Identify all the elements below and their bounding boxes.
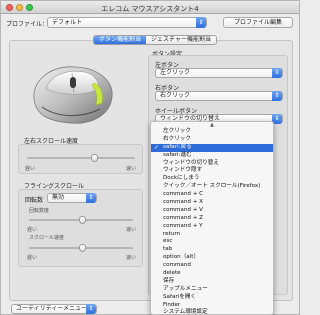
- mouse-illustration: [33, 66, 113, 124]
- menu-item-label: システム環境設定: [163, 309, 208, 315]
- chevron-updown-icon: ⇕: [86, 193, 96, 203]
- menu-item-label: esc: [163, 238, 173, 245]
- menu-item-label: tab: [163, 246, 173, 253]
- menu-item[interactable]: アップルメニュー: [151, 286, 273, 294]
- menu-item-label: safari:戻る: [163, 143, 192, 150]
- menu-item-label: option（alt）: [163, 254, 200, 261]
- menu-item[interactable]: 右クリック: [151, 136, 273, 144]
- utility-menu-select[interactable]: ユーティリティーメニュー ⇕: [11, 304, 97, 314]
- profile-select-value: デフォルト: [52, 19, 83, 26]
- rotation-select-value: 無効: [52, 194, 65, 201]
- window-title: エレコム マウスアシスタント4: [101, 5, 199, 13]
- flying-scroll-group: 回転数 無効 ⇕ 回転数度 遅い 速い スクロール速度 遅い 速い: [18, 189, 143, 267]
- right-button-select[interactable]: 右クリック ⇕: [155, 91, 283, 101]
- menu-item-label: ウィンドウの切り替え: [163, 159, 219, 166]
- menu-item-label: 左クリック: [163, 128, 191, 134]
- title-bar: エレコム マウスアシスタント4: [1, 1, 299, 14]
- menu-item-label: return: [163, 230, 181, 237]
- menu-item[interactable]: システム環境設定: [151, 309, 273, 315]
- menu-item-label: 右クリック: [163, 135, 191, 142]
- lr-scroll-slider-track[interactable]: [27, 157, 135, 159]
- chevron-updown-icon: ⇕: [272, 91, 282, 101]
- lr-fast-label: 速い: [125, 166, 136, 172]
- menu-item[interactable]: command: [151, 262, 273, 270]
- menu-item[interactable]: safari:進む: [151, 152, 273, 160]
- tab-button-assign[interactable]: ボタン機能割当: [94, 36, 147, 44]
- menu-item[interactable]: ✓ safari:戻る: [151, 143, 273, 152]
- rotation-count-label: 回転数度: [29, 208, 50, 214]
- right-button-select-value: 右クリック: [160, 92, 191, 99]
- menu-item-label: Finder: [163, 301, 181, 308]
- left-button-select-value: 左クリック: [160, 69, 191, 76]
- menu-item-label: Dockにしまう: [163, 175, 200, 182]
- rot-fast-label: 速い: [125, 227, 136, 233]
- tab-gesture-assign[interactable]: ジェスチャー機能割当: [146, 36, 216, 44]
- menu-item-label: アップルメニュー: [163, 285, 208, 292]
- menu-item-label: safari:進む: [163, 151, 192, 158]
- menu-item-label: Safariを開く: [163, 293, 197, 300]
- menu-item[interactable]: option（alt）: [151, 254, 273, 262]
- menu-item[interactable]: command + X: [151, 199, 273, 207]
- menu-item[interactable]: Safariを開く: [151, 294, 273, 302]
- menu-item[interactable]: command + C: [151, 191, 273, 199]
- sc-fast-label: 速い: [125, 255, 136, 261]
- rotation-label: 回転数: [25, 197, 44, 204]
- profile-select[interactable]: デフォルト ⇕: [47, 17, 207, 28]
- menu-item-label: command + V: [163, 206, 203, 213]
- utility-menu-label: ユーティリティーメニュー: [16, 305, 88, 312]
- menu-item[interactable]: command + V: [151, 207, 273, 215]
- scroll-speed-label: スクロール速度: [29, 235, 65, 241]
- menu-item[interactable]: command + Z: [151, 215, 273, 223]
- checkmark-icon: ✓: [154, 143, 160, 151]
- wheel-button-dropdown-menu: ▲ 左クリック 右クリック ✓ safari:戻る safari:進む ウィンドウの切り替…: [150, 121, 274, 315]
- menu-item[interactable]: 保存: [151, 278, 273, 286]
- menu-item-label: command + Y: [163, 222, 203, 229]
- sc-slow-label: 遅い: [27, 255, 38, 261]
- chevron-updown-icon: ⇕: [86, 304, 96, 314]
- left-button-select[interactable]: 左クリック ⇕: [155, 68, 283, 78]
- menu-item[interactable]: esc: [151, 238, 273, 246]
- profile-label: プロファイル：: [6, 21, 49, 28]
- rotation-select[interactable]: 無効 ⇕: [47, 193, 97, 203]
- lr-scroll-group: 遅い 速い: [18, 144, 143, 174]
- tab-bar: ボタン機能割当 ジェスチャー機能割当: [93, 35, 217, 45]
- menu-item-label: command + C: [163, 191, 204, 198]
- rotation-slider-knob[interactable]: [79, 216, 86, 224]
- chevron-updown-icon: ⇕: [196, 17, 206, 28]
- lr-scroll-slider-knob[interactable]: [91, 154, 98, 162]
- menu-item-label: command: [163, 262, 191, 269]
- menu-item-label: クイック／オート スクロール(Firefox): [163, 183, 261, 190]
- profile-edit-button[interactable]: プロファイル編集: [223, 17, 293, 28]
- rot-slow-label: 遅い: [27, 227, 38, 233]
- chevron-updown-icon: ⇕: [272, 68, 282, 78]
- menu-item[interactable]: 左クリック: [151, 128, 273, 136]
- menu-item-label: command + Z: [163, 214, 203, 221]
- menu-item-label: 保存: [163, 277, 175, 284]
- menu-item[interactable]: return: [151, 231, 273, 239]
- lr-slow-label: 遅い: [25, 166, 36, 172]
- menu-item-label: delete: [163, 270, 181, 277]
- menu-item-label: ウィンドウ隠す: [163, 167, 203, 174]
- menu-item[interactable]: クイック／オート スクロール(Firefox): [151, 183, 273, 191]
- menu-item[interactable]: delete: [151, 270, 273, 278]
- scroll-speed-slider-knob[interactable]: [79, 244, 86, 252]
- menu-item[interactable]: command + Y: [151, 223, 273, 231]
- menu-item-label: command + X: [163, 199, 203, 206]
